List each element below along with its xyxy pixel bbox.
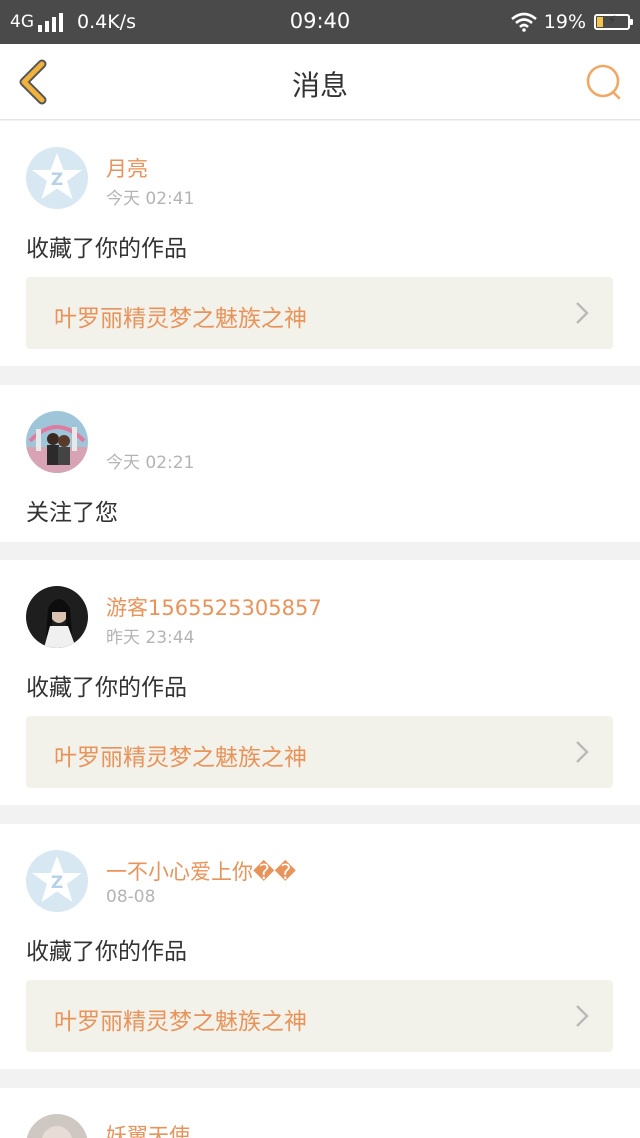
- action-text: 收藏了你的作品: [26, 236, 187, 262]
- user-name[interactable]: 妖翼天使: [106, 1120, 190, 1138]
- default-avatar-icon: Z: [26, 850, 88, 912]
- battery-icon: ⚡: [594, 13, 633, 30]
- message-time: 今天 02:41: [106, 189, 195, 209]
- avatar[interactable]: [26, 411, 88, 473]
- message-time: 今天 02:21: [106, 453, 195, 473]
- work-link[interactable]: 叶罗丽精灵梦之魅族之神: [26, 277, 613, 349]
- charging-icon: ⚡: [607, 13, 617, 27]
- chevron-right-icon: [576, 302, 589, 324]
- nav-bar: 消息: [0, 44, 640, 120]
- search-icon[interactable]: [584, 62, 624, 102]
- photo-avatar: [26, 1114, 88, 1138]
- work-title: 叶罗丽精灵梦之魅族之神: [54, 1009, 307, 1035]
- photo-avatar: [26, 411, 88, 473]
- notification-card: 今天 02:21 关注了您: [0, 385, 640, 542]
- action-text: 关注了您: [26, 500, 118, 526]
- chevron-right-icon: [576, 1005, 589, 1027]
- chevron-right-icon: [576, 741, 589, 763]
- user-name[interactable]: 游客1565525305857: [106, 592, 322, 622]
- notification-card: Z 月亮 今天 02:41 收藏了你的作品 叶罗丽精灵梦之魅族之神: [0, 121, 640, 366]
- message-time: 昨天 23:44: [106, 628, 195, 648]
- page-title: 消息: [291, 69, 348, 102]
- user-name[interactable]: 月亮: [106, 153, 148, 183]
- notification-card: 妖翼天使: [0, 1088, 640, 1138]
- action-text: 收藏了你的作品: [26, 939, 187, 965]
- avatar[interactable]: [26, 586, 88, 648]
- message-time: 08-08: [106, 887, 156, 907]
- work-link[interactable]: 叶罗丽精灵梦之魅族之神: [26, 716, 613, 788]
- svg-text:Z: Z: [51, 170, 63, 190]
- photo-avatar: [26, 586, 88, 648]
- work-link[interactable]: 叶罗丽精灵梦之魅族之神: [26, 980, 613, 1052]
- work-title: 叶罗丽精灵梦之魅族之神: [54, 306, 307, 332]
- notification-card: Z 一不小心爱上你�� 08-08 收藏了你的作品 叶罗丽精灵梦之魅族之神: [0, 824, 640, 1069]
- user-name[interactable]: 一不小心爱上你��: [106, 856, 296, 886]
- avatar[interactable]: Z: [26, 147, 88, 209]
- wifi-icon: [510, 12, 537, 32]
- action-text: 收藏了你的作品: [26, 675, 187, 701]
- status-bar: 4G 0.4K/s 09:40 19% ⚡: [0, 0, 640, 44]
- svg-text:Z: Z: [51, 873, 63, 893]
- battery-percent: 19%: [543, 11, 586, 33]
- status-right: 19% ⚡: [510, 9, 633, 35]
- default-avatar-icon: Z: [26, 147, 88, 209]
- notification-card: 游客1565525305857 昨天 23:44 收藏了你的作品 叶罗丽精灵梦之…: [0, 560, 640, 805]
- work-title: 叶罗丽精灵梦之魅族之神: [54, 745, 307, 771]
- avatar[interactable]: [26, 1114, 88, 1138]
- avatar[interactable]: Z: [26, 850, 88, 912]
